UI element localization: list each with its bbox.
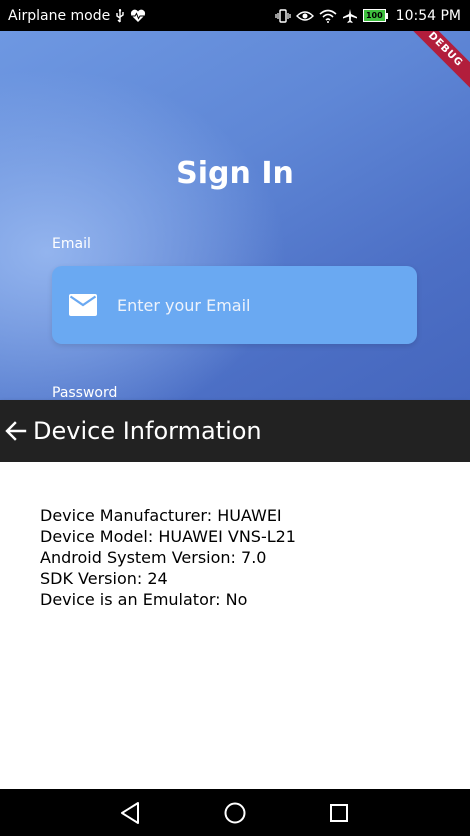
info-model: Device Model: HUAWEI VNS-L21 — [40, 527, 296, 546]
usb-icon — [115, 8, 125, 23]
device-info-list: Device Manufacturer: HUAWEI Device Model… — [40, 505, 296, 610]
eye-icon — [295, 10, 314, 22]
signin-screen: DEBUG Sign In Email Password — [0, 31, 470, 400]
battery-level: 100 — [362, 9, 386, 22]
heart-icon — [130, 9, 146, 23]
airplane-mode-text: Airplane mode — [8, 7, 111, 24]
info-android-version: Android System Version: 7.0 — [40, 548, 267, 567]
app-bar: Device Information — [0, 400, 470, 462]
back-icon — [121, 802, 139, 824]
status-left: Airplane mode — [8, 8, 146, 24]
nav-back-button[interactable] — [116, 799, 144, 827]
device-info-panel: Device Manufacturer: HUAWEI Device Model… — [0, 462, 470, 789]
info-emulator: Device is an Emulator: No — [40, 590, 248, 609]
recents-icon — [330, 804, 348, 822]
airplane-icon — [342, 8, 358, 24]
status-bar: Airplane mode 100 10:54 PM — [0, 0, 470, 31]
debug-banner: DEBUG — [399, 31, 470, 96]
status-right: 100 10:54 PM — [275, 8, 461, 24]
nav-recents-button[interactable] — [325, 799, 353, 827]
page-title: Device Information — [33, 417, 262, 445]
info-sdk-version: SDK Version: 24 — [40, 569, 168, 588]
vibrate-icon — [275, 8, 291, 23]
battery-icon: 100 — [362, 9, 388, 22]
signin-title: Sign In — [176, 156, 294, 191]
email-field[interactable] — [52, 266, 417, 344]
navigation-bar — [0, 789, 470, 836]
wifi-icon — [319, 9, 337, 23]
email-label: Email — [52, 236, 91, 252]
home-icon — [224, 802, 246, 824]
arrow-back-icon — [5, 421, 27, 441]
clock: 10:54 PM — [395, 7, 461, 24]
back-button[interactable] — [2, 417, 30, 445]
password-label: Password — [52, 385, 118, 400]
battery-tip — [385, 12, 388, 19]
email-input[interactable] — [115, 289, 417, 321]
mail-icon — [69, 294, 97, 316]
info-manufacturer: Device Manufacturer: HUAWEI — [40, 506, 282, 525]
nav-home-button[interactable] — [221, 799, 249, 827]
